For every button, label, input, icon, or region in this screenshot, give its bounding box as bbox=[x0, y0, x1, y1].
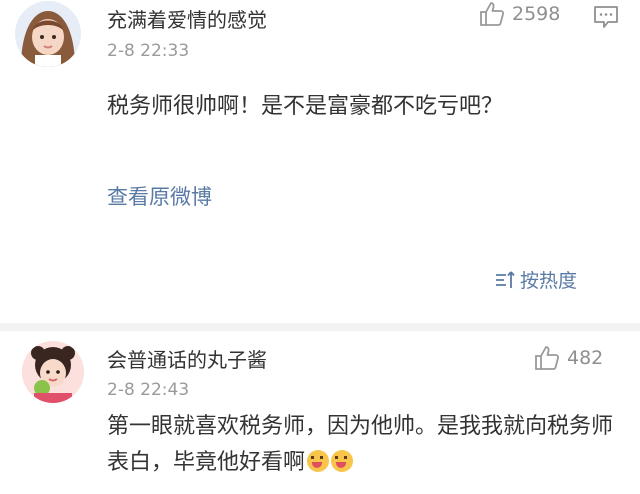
sort-label: 按热度 bbox=[520, 270, 578, 292]
thumbs-up-icon bbox=[480, 2, 505, 26]
comment-text-body: 第一眼就喜欢税务师，因为他帅。是我我就向税务师表白，毕竟他好看啊 bbox=[107, 414, 614, 475]
reply-button[interactable] bbox=[593, 4, 619, 30]
sort-icon bbox=[496, 270, 515, 288]
timestamp: 2-8 22:43 bbox=[107, 380, 190, 400]
username[interactable]: 会普通话的丸子酱 bbox=[107, 344, 267, 373]
avatar[interactable] bbox=[22, 341, 84, 403]
timestamp: 2-8 22:33 bbox=[107, 41, 190, 61]
girl-avatar-icon bbox=[22, 341, 84, 403]
divider bbox=[0, 323, 640, 331]
like-button[interactable]: 482 bbox=[533, 344, 603, 372]
avatar[interactable] bbox=[15, 1, 81, 67]
like-count: 2598 bbox=[512, 3, 561, 25]
comment-text: 税务师很帅啊！是不是富豪都不吃亏吧？ bbox=[107, 94, 504, 119]
like-count: 482 bbox=[567, 347, 604, 369]
comment-card: 充满着爱情的感觉 2-8 22:33 2598 税务师很帅啊！是不是富豪都不吃亏… bbox=[0, 0, 640, 323]
view-original-link[interactable]: 查看原微博 bbox=[107, 181, 212, 211]
thumbs-up-icon bbox=[535, 346, 560, 370]
like-button[interactable]: 2598 bbox=[478, 0, 560, 28]
blush-emoji-icon bbox=[307, 450, 330, 472]
comment-icon bbox=[594, 6, 618, 28]
username[interactable]: 充满着爱情的感觉 bbox=[107, 4, 267, 33]
comment-text: 第一眼就喜欢税务师，因为他帅。是我我就向税务师表白，毕竟他好看啊 bbox=[107, 409, 627, 481]
sort-button[interactable]: 按热度 bbox=[494, 266, 577, 293]
girl-avatar-icon bbox=[15, 1, 81, 67]
blush-emoji-icon bbox=[331, 450, 354, 472]
